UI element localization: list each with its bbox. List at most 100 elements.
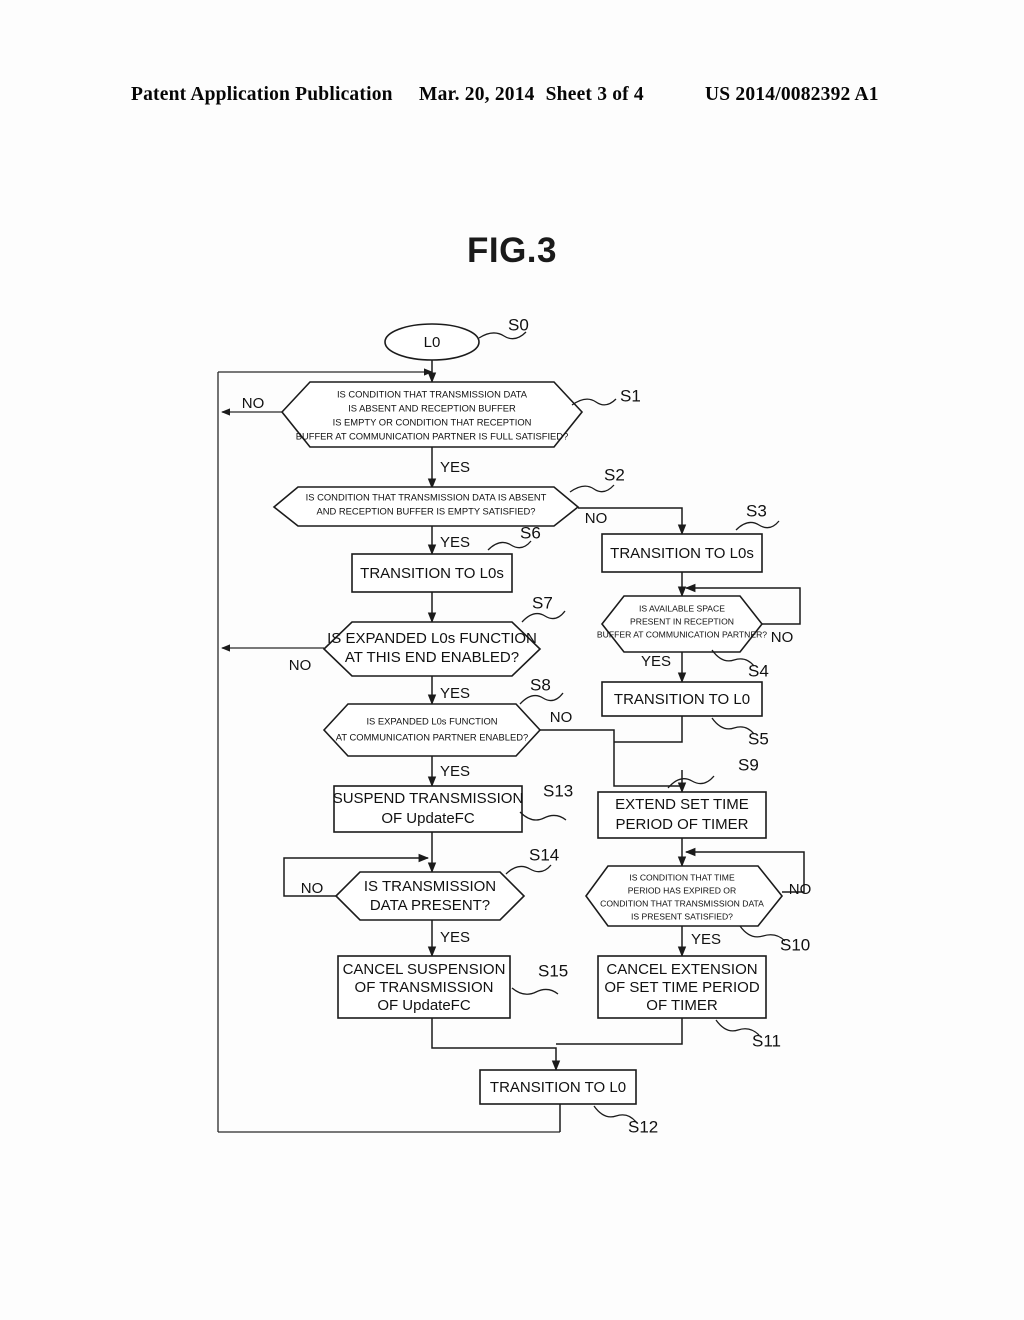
s14-leader [505,864,552,875]
node-s7[interactable]: IS EXPANDED L0s FUNCTION AT THIS END ENA… [289,593,566,702]
s1-line-2: IS ABSENT AND RECEPTION BUFFER [348,402,516,413]
s4-line-2: PRESENT IN RECEPTION [630,616,734,626]
s10-line-4: IS PRESENT SATISFIED? [631,911,733,921]
s14-step-id: S14 [529,845,559,864]
s9-line-2: PERIOD OF TIMER [615,816,748,833]
node-s4[interactable]: IS AVAILABLE SPACE PRESENT IN RECEPTION … [597,595,794,680]
flowchart-diagram: L0 S0 IS CONDITION THAT TRANSMISSION DAT… [217,315,812,1136]
s2-step-id: S2 [604,465,625,484]
s10-step-id: S10 [780,935,810,954]
s1-step-id: S1 [620,386,641,405]
node-s10[interactable]: IS CONDITION THAT TIME PERIOD HAS EXPIRE… [585,865,812,954]
s14-branch-no: NO [301,880,324,897]
s11-step-id: S11 [752,1031,781,1050]
s1-line-3: IS EMPTY OR CONDITION THAT RECEPTION [333,416,532,427]
publication-number: US 2014/0082392 A1 [705,84,879,105]
s8-branch-no: NO [550,709,573,726]
s9-step-id: S9 [738,755,759,774]
s11-line-1: CANCEL EXTENSION [606,961,757,978]
s15-line-2: OF TRANSMISSION [355,979,494,996]
s6-step-id: S6 [520,523,541,542]
s2-branch-yes: YES [440,534,470,551]
s8-leader [519,692,564,705]
s4-step-id: S4 [748,661,769,680]
s1-branch-no: NO [242,395,265,412]
s3-leader [735,520,780,531]
s8-branch-yes: YES [440,763,470,780]
s8-step-id: S8 [530,675,551,694]
s4-branch-yes: YES [641,653,671,670]
s7-line-2: AT THIS END ENABLED? [345,649,519,666]
s2-line-2: AND RECEPTION BUFFER IS EMPTY SATISFIED? [317,505,536,516]
s3-step-id: S3 [746,501,767,520]
edge-s5-down [614,714,683,743]
s10-branch-yes: YES [691,931,721,948]
s5-label: TRANSITION TO L0 [614,691,750,708]
node-s11[interactable]: CANCEL EXTENSION OF SET TIME PERIOD OF T… [597,955,781,1050]
s14-branch-yes: YES [440,929,470,946]
s7-step-id: S7 [532,593,553,612]
s0-step-id: S0 [508,315,529,334]
node-s3[interactable]: TRANSITION TO L0s S3 [601,501,780,573]
s13-line-2: OF UpdateFC [381,810,475,827]
s9-line-1: EXTEND SET TIME [615,796,749,813]
node-s5[interactable]: TRANSITION TO L0 S5 [601,681,769,748]
s15-step-id: S15 [538,961,568,980]
s10-leader [739,925,786,942]
s2-leader [569,484,615,493]
s5-step-id: S5 [748,729,769,748]
sheet-number: Sheet 3 of 4 [545,84,644,105]
s8-line-2: AT COMMUNICATION PARTNER ENABLED? [336,731,528,742]
s4-line-1: IS AVAILABLE SPACE [639,603,725,613]
s8-line-1: IS EXPANDED L0s FUNCTION [366,715,497,726]
node-s9[interactable]: EXTEND SET TIME PERIOD OF TIMER S9 [597,755,767,839]
s14-line-2: DATA PRESENT? [370,897,490,914]
s13-line-1: SUSPEND TRANSMISSION [333,790,524,807]
edge-s8-no [540,729,682,787]
node-s15[interactable]: CANCEL SUSPENSION OF TRANSMISSION OF Upd… [337,955,568,1019]
s4-branch-no: NO [771,629,794,646]
s13-leader [519,811,567,821]
node-s14[interactable]: IS TRANSMISSION DATA PRESENT? S14 NO YES [301,845,560,945]
s10-line-2: PERIOD HAS EXPIRED OR [628,885,736,895]
patent-page: Patent Application Publication Mar. 20, … [0,0,1024,1320]
node-s2[interactable]: IS CONDITION THAT TRANSMISSION DATA IS A… [272,465,625,551]
s11-line-2: OF SET TIME PERIOD [604,979,759,996]
s10-line-1: IS CONDITION THAT TIME [629,872,735,882]
s4-line-3: BUFFER AT COMMUNICATION PARTNER? [597,629,767,639]
s1-leader [571,398,617,406]
s1-branch-yes: YES [440,459,470,476]
s13-step-id: S13 [543,781,573,800]
s1-line-1: IS CONDITION THAT TRANSMISSION DATA [337,388,528,399]
s2-line-1: IS CONDITION THAT TRANSMISSION DATA IS A… [306,491,547,502]
s15-line-3: OF UpdateFC [377,997,471,1014]
edge-s11-s12 [556,1018,683,1045]
s2-branch-no: NO [585,510,608,527]
publication-header: Patent Application Publication Mar. 20, … [0,84,1024,118]
s12-step-id: S12 [628,1117,658,1136]
node-s13[interactable]: SUSPEND TRANSMISSION OF UpdateFC S13 [333,781,574,833]
s0-label: L0 [424,334,441,351]
edge-s15-s12 [431,1018,561,1072]
s15-leader [511,987,559,995]
publication-title: Patent Application Publication [131,84,393,105]
figure-title: FIG.3 [466,231,558,270]
publication-date-sheet: Mar. 20, 2014 Sheet 3 of 4 [419,84,644,106]
node-s0[interactable]: L0 S0 [384,315,529,361]
s1-line-4: BUFFER AT COMMUNICATION PARTNER IS FULL … [296,430,569,441]
s14-line-1: IS TRANSMISSION [364,878,496,895]
s15-line-1: CANCEL SUSPENSION [343,961,506,978]
node-s1[interactable]: IS CONDITION THAT TRANSMISSION DATA IS A… [242,381,641,476]
s6-label: TRANSITION TO L0s [360,565,504,582]
node-s12[interactable]: TRANSITION TO L0 S12 [479,1069,658,1136]
s7-line-1: IS EXPANDED L0s FUNCTION [327,630,537,647]
s7-leader [521,610,566,623]
s11-line-3: OF TIMER [646,997,718,1014]
s7-branch-yes: YES [440,685,470,702]
s7-branch-no: NO [289,657,312,674]
s12-label: TRANSITION TO L0 [490,1079,626,1096]
s3-label: TRANSITION TO L0s [610,545,754,562]
publication-date: Mar. 20, 2014 [419,84,535,105]
s10-line-3: CONDITION THAT TRANSMISSION DATA [600,898,764,908]
s10-branch-no: NO [789,881,812,898]
